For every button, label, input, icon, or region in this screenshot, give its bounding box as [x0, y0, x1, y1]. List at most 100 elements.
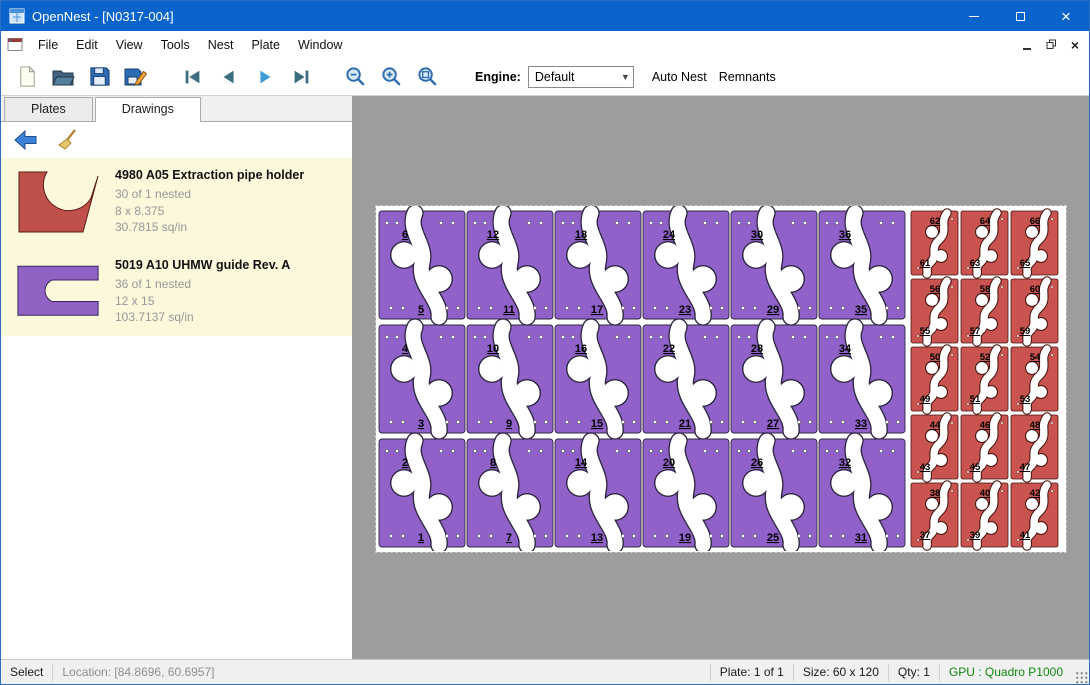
- nested-part-pair[interactable]: 1817: [555, 211, 641, 319]
- drawing-list-item[interactable]: 5019 A10 UHMW guide Rev. A 36 of 1 neste…: [1, 248, 352, 336]
- nested-part-pair[interactable]: 6059: [1011, 279, 1058, 343]
- svg-text:20: 20: [663, 457, 675, 469]
- nested-part-pair[interactable]: 6665: [1011, 211, 1058, 275]
- minimize-button[interactable]: [951, 1, 997, 31]
- status-location: Location: [84.8696, 60.6957]: [53, 665, 223, 679]
- svg-text:34: 34: [839, 343, 852, 355]
- svg-text:21: 21: [679, 418, 691, 430]
- plate-svg[interactable]: 6512111817242330293635431091615222128273…: [376, 206, 1066, 551]
- mdi-close-button[interactable]: ×: [1066, 36, 1084, 53]
- nested-part-pair[interactable]: 2019: [643, 439, 729, 547]
- nav-last-button[interactable]: [283, 61, 319, 93]
- nested-part-pair[interactable]: 4241: [1011, 483, 1058, 547]
- nested-part-pair[interactable]: 43: [379, 325, 465, 433]
- nested-part-pair[interactable]: 5453: [1011, 347, 1058, 411]
- nav-previous-button[interactable]: [211, 61, 247, 93]
- mdi-restore-button[interactable]: [1042, 36, 1060, 53]
- nested-part-pair[interactable]: 21: [379, 439, 465, 547]
- nested-part-pair[interactable]: 5251: [961, 347, 1008, 411]
- drawing-size: 12 x 15: [115, 293, 290, 310]
- svg-text:19: 19: [679, 532, 691, 544]
- nested-part-pair[interactable]: 3029: [731, 211, 817, 319]
- svg-text:25: 25: [767, 532, 779, 544]
- menu-item-plate[interactable]: Plate: [242, 33, 289, 57]
- svg-text:6: 6: [402, 229, 408, 241]
- mdi-minimize-button[interactable]: [1018, 36, 1036, 53]
- auto-nest-button[interactable]: Auto Nest: [650, 66, 709, 88]
- nested-part-pair[interactable]: 3635: [819, 211, 905, 319]
- nested-part-pair[interactable]: 2827: [731, 325, 817, 433]
- nav-first-button[interactable]: [175, 61, 211, 93]
- nav-next-button[interactable]: [247, 61, 283, 93]
- plate[interactable]: 6512111817242330293635431091615222128273…: [376, 206, 1066, 552]
- window-title: OpenNest - [N0317-004]: [32, 9, 174, 24]
- svg-text:36: 36: [839, 229, 851, 241]
- chevron-down-icon: ▼: [618, 72, 633, 82]
- svg-text:47: 47: [1020, 462, 1031, 473]
- new-button[interactable]: [9, 61, 45, 93]
- close-button[interactable]: ×: [1043, 1, 1089, 31]
- resize-grip-icon[interactable]: [1074, 670, 1088, 684]
- svg-text:53: 53: [1020, 394, 1031, 405]
- nested-part-pair[interactable]: 6261: [911, 211, 958, 275]
- drawing-list: 4980 A05 Extraction pipe holder 30 of 1 …: [1, 158, 352, 336]
- zoom-out-button[interactable]: [337, 61, 373, 93]
- nested-part-pair[interactable]: 4443: [911, 415, 958, 479]
- svg-text:28: 28: [751, 343, 763, 355]
- maximize-button[interactable]: [997, 1, 1043, 31]
- menu-item-nest[interactable]: Nest: [199, 33, 243, 57]
- first-arrow-icon: [182, 66, 204, 88]
- svg-text:31: 31: [855, 532, 867, 544]
- svg-text:3: 3: [418, 418, 424, 430]
- return-part-button[interactable]: [11, 126, 41, 154]
- mdi-close-icon: ×: [1071, 38, 1079, 52]
- engine-select[interactable]: Default ▼: [528, 66, 634, 88]
- nested-part-pair[interactable]: 65: [379, 211, 465, 319]
- menu-item-window[interactable]: Window: [289, 33, 351, 57]
- save-button[interactable]: [81, 61, 117, 93]
- svg-text:64: 64: [980, 216, 991, 227]
- tab-plates[interactable]: Plates: [4, 97, 93, 121]
- nested-part-pair[interactable]: 22 21: [643, 325, 729, 433]
- nested-part-pair[interactable]: 87: [467, 439, 553, 547]
- zoom-fit-button[interactable]: [409, 61, 445, 93]
- nested-part-pair[interactable]: 3231: [819, 439, 905, 547]
- nested-part-pair[interactable]: 4645: [961, 415, 1008, 479]
- svg-text:22: 22: [663, 343, 675, 355]
- nested-part-pair[interactable]: 4039: [961, 483, 1008, 547]
- blue-left-arrow-icon: [13, 128, 39, 152]
- drawing-list-item[interactable]: 4980 A05 Extraction pipe holder 30 of 1 …: [1, 158, 352, 248]
- nested-part-pair[interactable]: 109: [467, 325, 553, 433]
- menu-item-view[interactable]: View: [107, 33, 152, 57]
- svg-text:18: 18: [575, 229, 587, 241]
- nested-part-pair[interactable]: 3433: [819, 325, 905, 433]
- nested-part-pair[interactable]: 4847: [1011, 415, 1058, 479]
- nested-part-pair[interactable]: 2423: [643, 211, 729, 319]
- save-icon: [88, 65, 111, 88]
- menu-item-tools[interactable]: Tools: [152, 33, 199, 57]
- nested-part-pair[interactable]: 5049: [911, 347, 958, 411]
- nested-part-pair[interactable]: 1211: [467, 211, 553, 319]
- save-as-icon: [123, 65, 147, 89]
- nested-part-pair[interactable]: 3837: [911, 483, 958, 547]
- svg-text:55: 55: [920, 326, 931, 337]
- svg-text:59: 59: [1020, 326, 1031, 337]
- svg-text:45: 45: [970, 462, 981, 473]
- nested-part-pair[interactable]: 5655: [911, 279, 958, 343]
- nested-part-pair[interactable]: 1413: [555, 439, 641, 547]
- save-as-button[interactable]: [117, 61, 153, 93]
- menu-item-file[interactable]: File: [29, 33, 67, 57]
- nest-canvas[interactable]: 6512111817242330293635431091615222128273…: [353, 96, 1089, 659]
- nested-part-pair[interactable]: 5857: [961, 279, 1008, 343]
- menu-item-edit[interactable]: Edit: [67, 33, 107, 57]
- remnants-button[interactable]: Remnants: [717, 66, 778, 88]
- clear-button[interactable]: [53, 126, 83, 154]
- zoom-in-button[interactable]: [373, 61, 409, 93]
- svg-text:37: 37: [920, 530, 931, 541]
- open-button[interactable]: [45, 61, 81, 93]
- nested-part-pair[interactable]: 2625: [731, 439, 817, 547]
- tab-drawings[interactable]: Drawings: [95, 97, 201, 122]
- drawings-toolbar: [1, 122, 352, 158]
- nested-part-pair[interactable]: 6463: [961, 211, 1008, 275]
- nested-part-pair[interactable]: 1615: [555, 325, 641, 433]
